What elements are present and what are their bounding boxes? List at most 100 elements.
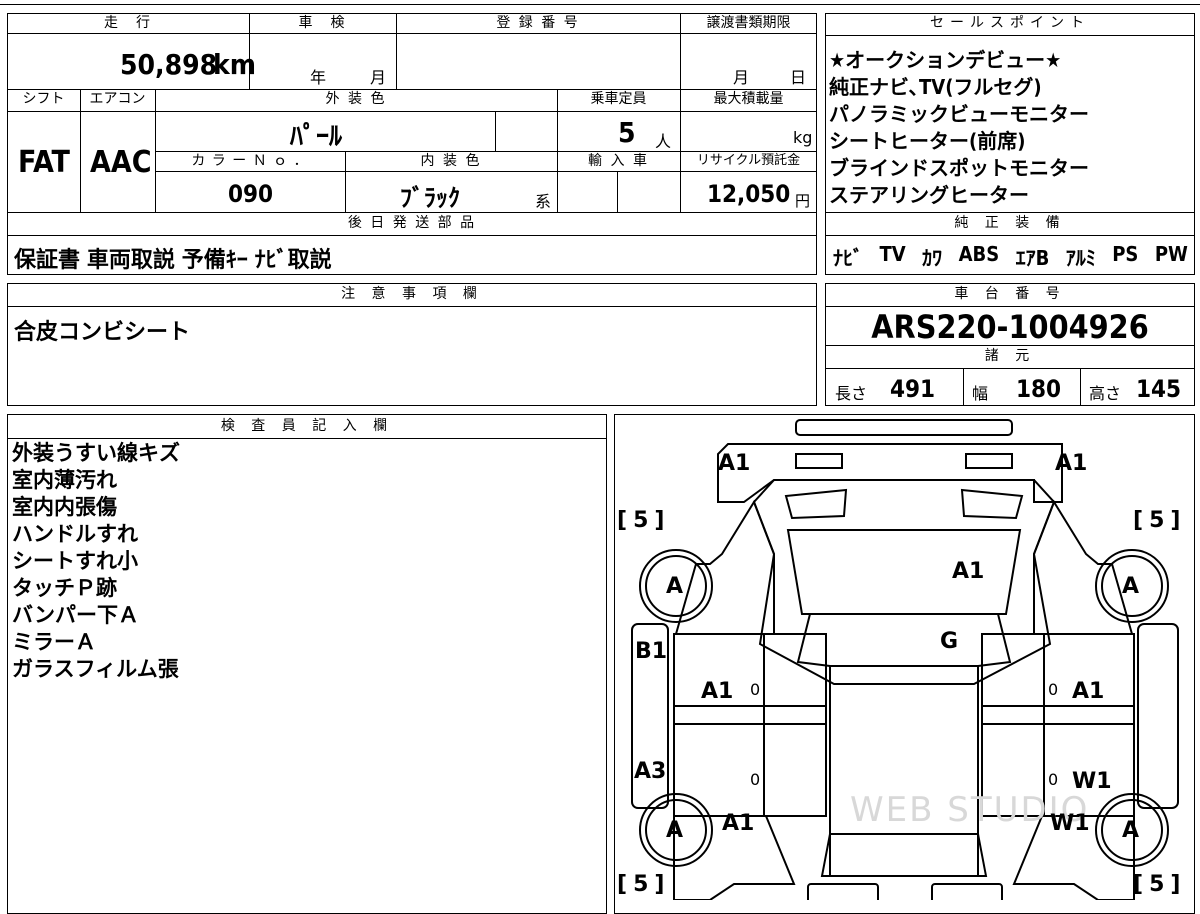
damage-front-right: A1 — [1055, 451, 1088, 476]
damage-left-rear-panel: A3 — [634, 759, 667, 784]
inspector-notes: 外装うすい線キズ 室内薄汚れ 室内内張傷 ハンドルすれ シートすれ小 タッチＰ跡… — [12, 440, 602, 683]
headlight-right — [965, 453, 1013, 469]
tire-mark-front-left: A — [666, 574, 684, 599]
inspector-line: 外装うすい線キズ — [12, 441, 180, 465]
door-front-right — [981, 633, 1135, 725]
standard-equipment-list: ﾅﾋﾞ TV ｶﾜ ABS ｴｱB ｱﾙﾐ PS PW — [833, 242, 1188, 271]
sales-point-item: ★オークションデビュー★ — [829, 48, 1062, 72]
front-fender-right — [1033, 499, 1134, 635]
sales-point-item: ステアリングヒーター — [829, 183, 1029, 207]
equipment-item: ｶﾜ — [922, 246, 943, 270]
equipment-item: TV — [879, 242, 906, 266]
inspection-year-label: 年 — [310, 68, 327, 87]
sales-point-item: ブラインドスポットモニター — [829, 156, 1089, 180]
notes-value: 合皮コンビシート — [14, 320, 191, 345]
inspection-label: 車 検 — [298, 15, 347, 31]
length-value: 491 — [890, 375, 936, 403]
exterior-color-value: ﾊﾟｰﾙ — [290, 122, 343, 152]
ac-value: AAC — [90, 145, 152, 180]
equipment-item: ﾅﾋﾞ — [833, 246, 863, 270]
transfer-deadline-label: 譲渡書類期限 — [706, 15, 791, 31]
door-front-left — [673, 633, 827, 725]
damage-left-front-fender: B1 — [635, 639, 668, 664]
front-bumper-tab — [795, 419, 1013, 436]
max-load-unit: kg — [793, 128, 813, 147]
damage-right-front-door: A1 — [1072, 679, 1105, 704]
ac-label: エアコン — [89, 91, 146, 107]
exterior-color-label: 外 装 色 — [325, 91, 387, 107]
inspector-line: ハンドルすれ — [12, 522, 138, 546]
rear-bumper-tab-right — [931, 883, 1003, 900]
tread-value: 5 — [1149, 508, 1171, 533]
registration-label: 登 録 番 号 — [496, 15, 580, 31]
mileage-value: 50,898 — [120, 48, 218, 81]
rear-window — [820, 833, 988, 877]
tread-bracket-front-right: [5] — [1133, 508, 1187, 533]
tread-value: 5 — [633, 872, 655, 897]
inspector-line: ガラスフィルム張 — [12, 657, 179, 681]
chassis-label: 車 台 番 号 — [954, 286, 1066, 302]
color-no-label: カ ラ ー Ｎ ｏ ． — [191, 153, 309, 169]
hood — [752, 479, 1056, 685]
later-parts-label: 後 日 発 送 部 品 — [347, 215, 477, 231]
damage-left-rear-fender: A1 — [722, 811, 755, 836]
inspector-line: シートすれ小 — [12, 549, 138, 573]
tread-bracket-rear-right: [5] — [1133, 872, 1187, 897]
height-value: 145 — [1136, 375, 1182, 403]
inspector-line: タッチＰ跡 — [12, 576, 117, 600]
damage-windshield: G — [940, 629, 959, 654]
sales-points-list: ★オークションデビュー★ 純正ナビ､TV(フルセグ) パノラミックビューモニター… — [829, 47, 1194, 209]
height-label: 高さ — [1089, 384, 1122, 403]
sales-points-label: セールスポイント — [930, 15, 1090, 31]
tread-bracket-front-left: [5] — [617, 508, 671, 533]
width-label: 幅 — [972, 384, 989, 403]
rear-bumper-tab — [807, 883, 879, 900]
length-label: 長さ — [835, 384, 868, 403]
specs-label: 諸 元 — [984, 348, 1036, 364]
sales-point-item: シートヒーター(前席) — [829, 129, 1026, 153]
equipment-item: ABS — [958, 242, 1000, 266]
tread-value: 5 — [633, 508, 655, 533]
inspection-month-label: 月 — [370, 68, 387, 87]
inspector-line: 室内薄汚れ — [12, 468, 117, 492]
inspector-line: バンパー下Ａ — [12, 603, 140, 627]
inspector-line: ミラーＡ — [12, 630, 96, 654]
seating-unit: 人 — [655, 132, 672, 151]
equipment-item: PW — [1154, 242, 1188, 266]
recycle-unit: 円 — [795, 192, 811, 210]
damage-hood: A1 — [952, 559, 985, 584]
windshield — [786, 529, 1022, 615]
transfer-day-label: 日 — [790, 68, 807, 87]
grille-left — [784, 488, 848, 520]
recycle-value: 12,050 — [707, 180, 791, 208]
inspector-line: 室内内張傷 — [12, 495, 117, 519]
shift-value: FAT — [18, 145, 70, 180]
cabin-center — [829, 665, 979, 877]
equipment-item: ｴｱB — [1015, 246, 1050, 270]
door-mark: 0 — [750, 680, 761, 699]
tread-bracket-rear-left: [5] — [617, 872, 671, 897]
sales-point-item: パノラミックビューモニター — [829, 102, 1089, 126]
grille-right — [960, 488, 1024, 520]
sales-point-item: 純正ナビ､TV(フルセグ) — [829, 75, 1042, 99]
inspector-label: 検 査 員 記 入 欄 — [220, 418, 394, 434]
max-load-label: 最大積載量 — [713, 91, 784, 107]
transfer-month-label: 月 — [733, 68, 750, 87]
roof — [796, 613, 1012, 667]
mileage-unit: km — [213, 48, 256, 81]
notes-label: 注 意 事 項 欄 — [341, 286, 483, 302]
seating-label: 乗車定員 — [590, 91, 647, 107]
tire-mark-rear-left: A — [666, 818, 684, 843]
tire-mark-rear-right: A — [1122, 818, 1140, 843]
mileage-label: 走 行 — [104, 15, 152, 31]
tire-mark-front-right: A — [1122, 574, 1140, 599]
color-no-value: 090 — [228, 180, 274, 208]
side-rail-right — [1137, 623, 1179, 809]
equipment-item: PS — [1112, 242, 1139, 266]
width-value: 180 — [1016, 375, 1062, 403]
shift-label: シフト — [22, 91, 65, 107]
front-bumper — [717, 443, 1063, 503]
front-fender-left — [674, 499, 775, 635]
tread-value: 5 — [1149, 872, 1171, 897]
door-mark: 0 — [1048, 680, 1059, 699]
